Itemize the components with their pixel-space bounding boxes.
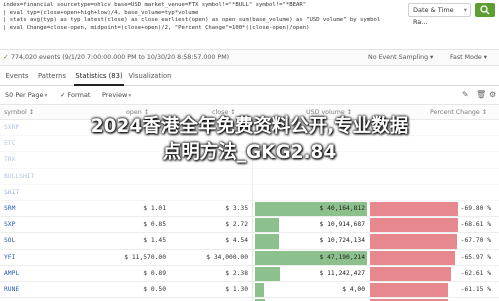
banner-line-2: 点明方法_GKG2.84 bbox=[162, 142, 337, 163]
tab-visualization[interactable]: Visualization bbox=[128, 66, 172, 86]
tab-patterns[interactable]: Patterns bbox=[36, 66, 68, 86]
search-query-editor[interactable]: index=financial sourcetype=ohlcv base=US… bbox=[0, 0, 499, 50]
query-line: | eval typ=(close+open+high+low)/4, base… bbox=[3, 9, 199, 16]
format-dropdown[interactable]: ✓ Format bbox=[60, 91, 90, 99]
table-row[interactable]: AMPL $ 0.89 $ 2.38 $ 11,242,427 -62.61 % bbox=[0, 266, 499, 282]
cell-symbol[interactable]: SXP bbox=[4, 217, 15, 233]
query-text[interactable]: index=financial sourcetype=ohlcv base=US… bbox=[3, 2, 403, 32]
event-sampling-dropdown[interactable]: No Event Sampling ▾ bbox=[368, 54, 433, 61]
cell-percent-change: -65.97 % bbox=[460, 253, 491, 261]
trash-icon[interactable]: 🗑 bbox=[476, 90, 486, 99]
event-count-text: 774,020 events (9/1/20 7:00:00.000 PM to… bbox=[11, 54, 230, 61]
cell-percent-change: -61.15 % bbox=[460, 286, 491, 293]
cell-symbol[interactable]: RUNE bbox=[4, 282, 19, 298]
search-icon bbox=[480, 5, 490, 15]
table-row[interactable]: RUNE $ 0.50 $ 1.30 $ 4,00 -61.15 % bbox=[0, 282, 499, 299]
cell-symbol[interactable]: SOL bbox=[4, 233, 15, 249]
cell-usd-volume: $ 10,724,134 bbox=[319, 237, 366, 245]
search-button[interactable] bbox=[475, 3, 495, 17]
cell-symbol[interactable]: SRM bbox=[4, 201, 15, 217]
per-page-dropdown[interactable]: 50 Per Page▾ bbox=[5, 91, 47, 99]
cell-open: $ 11,570.00 bbox=[124, 253, 166, 261]
query-line: index=financial sourcetype=ohlcv base=US… bbox=[3, 2, 307, 8]
cell-close: $ 3.35 bbox=[225, 205, 248, 212]
cell-close: $ 2.72 bbox=[225, 221, 248, 229]
banner-line-1: 2024香港全年免费资料公开,专业数据 bbox=[90, 116, 409, 137]
table-row[interactable]: YFI $ 11,570.00 $ 34,000.00 $ 47,190,214 -65… bbox=[0, 250, 499, 266]
results-toolbar: 50 Per Page▾ ✓ Format Preview▾ ✎ 🗑 ⚙ bbox=[0, 87, 499, 105]
cell-close: $ 34,000.00 bbox=[206, 253, 248, 261]
overlay-banner: 2024香港全年免费资料公开,专业数据 点明方法_GKG2.84 bbox=[0, 114, 499, 166]
cell-percent-change: -68.61 % bbox=[460, 221, 491, 229]
preview-dropdown[interactable]: Preview▾ bbox=[102, 91, 131, 99]
cell-usd-volume: $ 11,242,427 bbox=[319, 269, 366, 277]
chevron-down-icon: ▾ bbox=[463, 6, 467, 14]
cell-open: $ 0.89 bbox=[143, 269, 166, 277]
check-icon: ✓ bbox=[3, 53, 9, 61]
cell-percent-change: -69.80 % bbox=[460, 205, 491, 212]
cell-symbol[interactable]: YFI bbox=[4, 250, 15, 266]
cell-close: $ 2.38 bbox=[225, 269, 248, 277]
cell-usd-volume: $ 40,164,812 bbox=[319, 205, 366, 212]
search-mode-dropdown[interactable]: Fast Mode ▾ bbox=[450, 54, 487, 61]
cell-open: $ 0.85 bbox=[143, 221, 166, 229]
cell-percent-change: -67.70 % bbox=[460, 237, 491, 245]
cell-open: $ 1.01 bbox=[143, 205, 166, 212]
preview-label: Preview bbox=[102, 91, 128, 99]
table-row[interactable]: SRM $ 1.01 $ 3.35 $ 40,164,812 -69.80 % bbox=[0, 201, 499, 218]
cell-open: $ 0.50 bbox=[143, 286, 166, 293]
chevron-down-icon: ▾ bbox=[44, 93, 48, 99]
job-status-bar: ✓ 774,020 events (9/1/20 7:00:00.000 PM … bbox=[0, 50, 499, 66]
chevron-down-icon: ▾ bbox=[128, 93, 132, 99]
time-range-label: Date & Time Ra... bbox=[413, 6, 454, 26]
per-page-label: 50 Per Page bbox=[5, 91, 44, 99]
cell-close: $ 4.54 bbox=[225, 237, 248, 245]
cell-open: $ 1.45 bbox=[143, 237, 166, 245]
pencil-icon[interactable]: ✎ bbox=[462, 90, 469, 99]
format-icon: ✓ bbox=[60, 91, 66, 99]
gear-icon[interactable]: ⚙ bbox=[489, 90, 496, 99]
query-line: | eval Change=close-open, midpoint=(clos… bbox=[3, 24, 310, 31]
cell-usd-volume: $ 10,914,687 bbox=[319, 221, 366, 229]
tab-events[interactable]: Events bbox=[4, 66, 30, 86]
query-line: | stats avg(typ) as typ latest(close) as… bbox=[3, 17, 381, 24]
table-row[interactable]: SOL $ 1.45 $ 4.54 $ 10,724,134 -67.70 % bbox=[0, 233, 499, 250]
results-tabs: Events Patterns Statistics (83) Visualiz… bbox=[0, 66, 499, 86]
cell-close: $ 1.30 bbox=[225, 286, 248, 293]
cell-usd-volume: $ 47,190,214 bbox=[319, 253, 366, 261]
cell-usd-volume: $ 4,00 bbox=[342, 286, 365, 293]
tab-statistics[interactable]: Statistics (83) bbox=[74, 66, 124, 86]
time-range-picker[interactable]: Date & Time Ra... ▾ bbox=[408, 3, 471, 26]
cell-percent-change: -62.61 % bbox=[460, 269, 491, 277]
cell-symbol[interactable]: AMPL bbox=[4, 266, 19, 282]
table-row[interactable]: SXP $ 0.85 $ 2.72 $ 10,914,687 -68.61 % bbox=[0, 217, 499, 234]
format-label: Format bbox=[67, 91, 91, 99]
